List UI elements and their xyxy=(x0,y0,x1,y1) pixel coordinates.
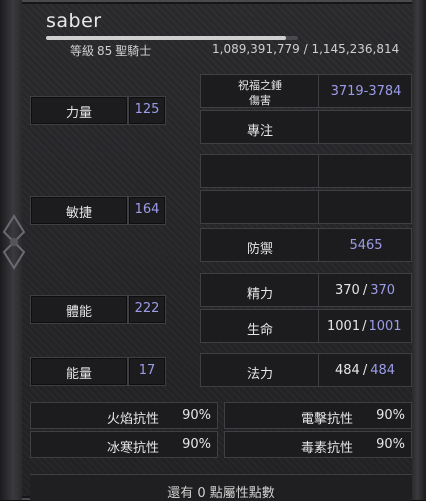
poison-resistance: 毒素抗性 90% xyxy=(224,431,412,458)
attribute-strength-value-box: 125 xyxy=(128,96,166,125)
attribute-vitality-value: 222 xyxy=(134,301,160,316)
attribute-dexterity-value: 164 xyxy=(134,202,160,217)
stamina-separator: / xyxy=(362,283,368,298)
defense-label: 防禦 xyxy=(246,242,273,257)
life-max: 1001 xyxy=(368,319,402,334)
weapon-damage-row: 祝福之錘 傷害 3719-3784 xyxy=(200,74,412,108)
defense-value-cell: 5465 xyxy=(319,229,413,261)
attribute-energy-label-box: 能量 xyxy=(30,357,128,386)
remaining-points-bar: 還有 0 點屬性點數 xyxy=(30,474,412,501)
attribute-dexterity-label-box: 敏捷 xyxy=(30,196,128,225)
empty-row-2 xyxy=(200,190,412,224)
mana-separator: / xyxy=(362,363,368,378)
character-level: 等級 85 聖騎士 xyxy=(70,42,151,59)
attribute-energy-label: 能量 xyxy=(65,367,92,382)
attribute-strength-label: 力量 xyxy=(65,106,92,121)
cold-resistance-label: 冰寒抗性 xyxy=(106,441,159,456)
poison-resistance-value: 90% xyxy=(376,437,405,452)
stamina-value-cell: 370/370 xyxy=(319,274,413,306)
cold-resistance: 冰寒抗性 90% xyxy=(30,431,218,458)
attribute-dexterity-label: 敏捷 xyxy=(65,206,92,221)
damage-label: 傷害 xyxy=(249,94,271,107)
character-class: 聖騎士 xyxy=(115,44,152,58)
empty-cell xyxy=(201,155,319,187)
experience-text: 1,089,391,779 / 1,145,236,814 xyxy=(212,42,400,56)
defense-label-cell: 防禦 xyxy=(201,229,319,261)
resistances: 火焰抗性 90% 電擊抗性 90% 冰寒抗性 90% 毒素抗性 90% xyxy=(30,400,412,462)
life-label-cell: 生命 xyxy=(201,310,319,342)
empty-row-1 xyxy=(200,154,412,188)
stamina-label-cell: 精力 xyxy=(201,274,319,306)
attribute-strength-value: 125 xyxy=(134,102,160,117)
attribute-energy-value: 17 xyxy=(138,363,156,378)
character-header: saber 等級 85 聖騎士 1,089,391,779 / 1,145,236,… xyxy=(22,0,412,62)
fire-resistance: 火焰抗性 90% xyxy=(30,402,218,429)
mana-row: 法力 484/484 xyxy=(200,353,412,387)
attribute-vitality-label: 體能 xyxy=(65,305,92,320)
frame-ornament-icon xyxy=(2,214,26,270)
focus-label-cell: 專注 xyxy=(201,111,319,143)
defense-row: 防禦 5465 xyxy=(200,228,412,262)
fire-resistance-value: 90% xyxy=(182,408,211,423)
defense-value: 5465 xyxy=(349,238,383,253)
lightning-resistance: 電擊抗性 90% xyxy=(224,402,412,429)
combat-stats: 祝福之錘 傷害 3719-3784 專注 防禦 5465 精力 370/370 … xyxy=(200,74,412,396)
fire-resistance-label: 火焰抗性 xyxy=(106,412,159,427)
life-current: 1001 xyxy=(327,319,361,334)
lightning-resistance-label: 電擊抗性 xyxy=(300,412,353,427)
attribute-strength-label-box: 力量 xyxy=(30,96,128,125)
level-value: 85 xyxy=(97,44,113,58)
weapon-damage-value: 3719-3784 xyxy=(330,84,402,99)
stamina-max: 370 xyxy=(370,283,396,298)
empty-cell xyxy=(201,191,319,223)
attribute-energy-value-box: 17 xyxy=(128,357,166,386)
weapon-damage-label-cell: 祝福之錘 傷害 xyxy=(201,75,319,107)
experience-bar xyxy=(46,36,298,40)
mana-current: 484 xyxy=(335,363,360,378)
stamina-label: 精力 xyxy=(246,287,273,302)
stamina-row: 精力 370/370 xyxy=(200,273,412,307)
focus-row: 專注 xyxy=(200,110,412,144)
attribute-vitality-label-box: 體能 xyxy=(30,295,128,324)
life-value: 1001/1001 xyxy=(327,319,402,334)
attribute-vitality-value-box: 222 xyxy=(128,295,166,324)
stamina-current: 370 xyxy=(335,283,360,298)
focus-value-cell xyxy=(319,111,413,143)
life-value-cell: 1001/1001 xyxy=(319,310,413,342)
poison-resistance-label: 毒素抗性 xyxy=(300,441,353,456)
stamina-value: 370/370 xyxy=(335,283,395,298)
cold-resistance-value: 90% xyxy=(182,437,211,452)
weapon-damage-value-cell: 3719-3784 xyxy=(319,75,413,107)
mana-label: 法力 xyxy=(246,367,273,382)
life-row: 生命 1001/1001 xyxy=(200,309,412,343)
lightning-resistance-value: 90% xyxy=(376,408,405,423)
weapon-name-label: 祝福之錘 xyxy=(238,79,282,92)
remaining-points-text: 還有 0 點屬性點數 xyxy=(167,486,275,501)
level-label: 等級 xyxy=(70,44,95,58)
mana-value-cell: 484/484 xyxy=(319,354,413,386)
character-name: saber xyxy=(46,10,102,32)
frame-right-border xyxy=(412,0,426,500)
empty-cell xyxy=(319,155,413,187)
empty-cell xyxy=(319,191,413,223)
experience-bar-fill xyxy=(46,36,286,40)
mana-max: 484 xyxy=(370,363,396,378)
focus-label: 專注 xyxy=(246,124,273,139)
mana-label-cell: 法力 xyxy=(201,354,319,386)
attribute-dexterity-value-box: 164 xyxy=(128,196,166,225)
mana-value: 484/484 xyxy=(335,363,395,378)
life-label: 生命 xyxy=(246,323,273,338)
life-separator: / xyxy=(362,319,367,334)
